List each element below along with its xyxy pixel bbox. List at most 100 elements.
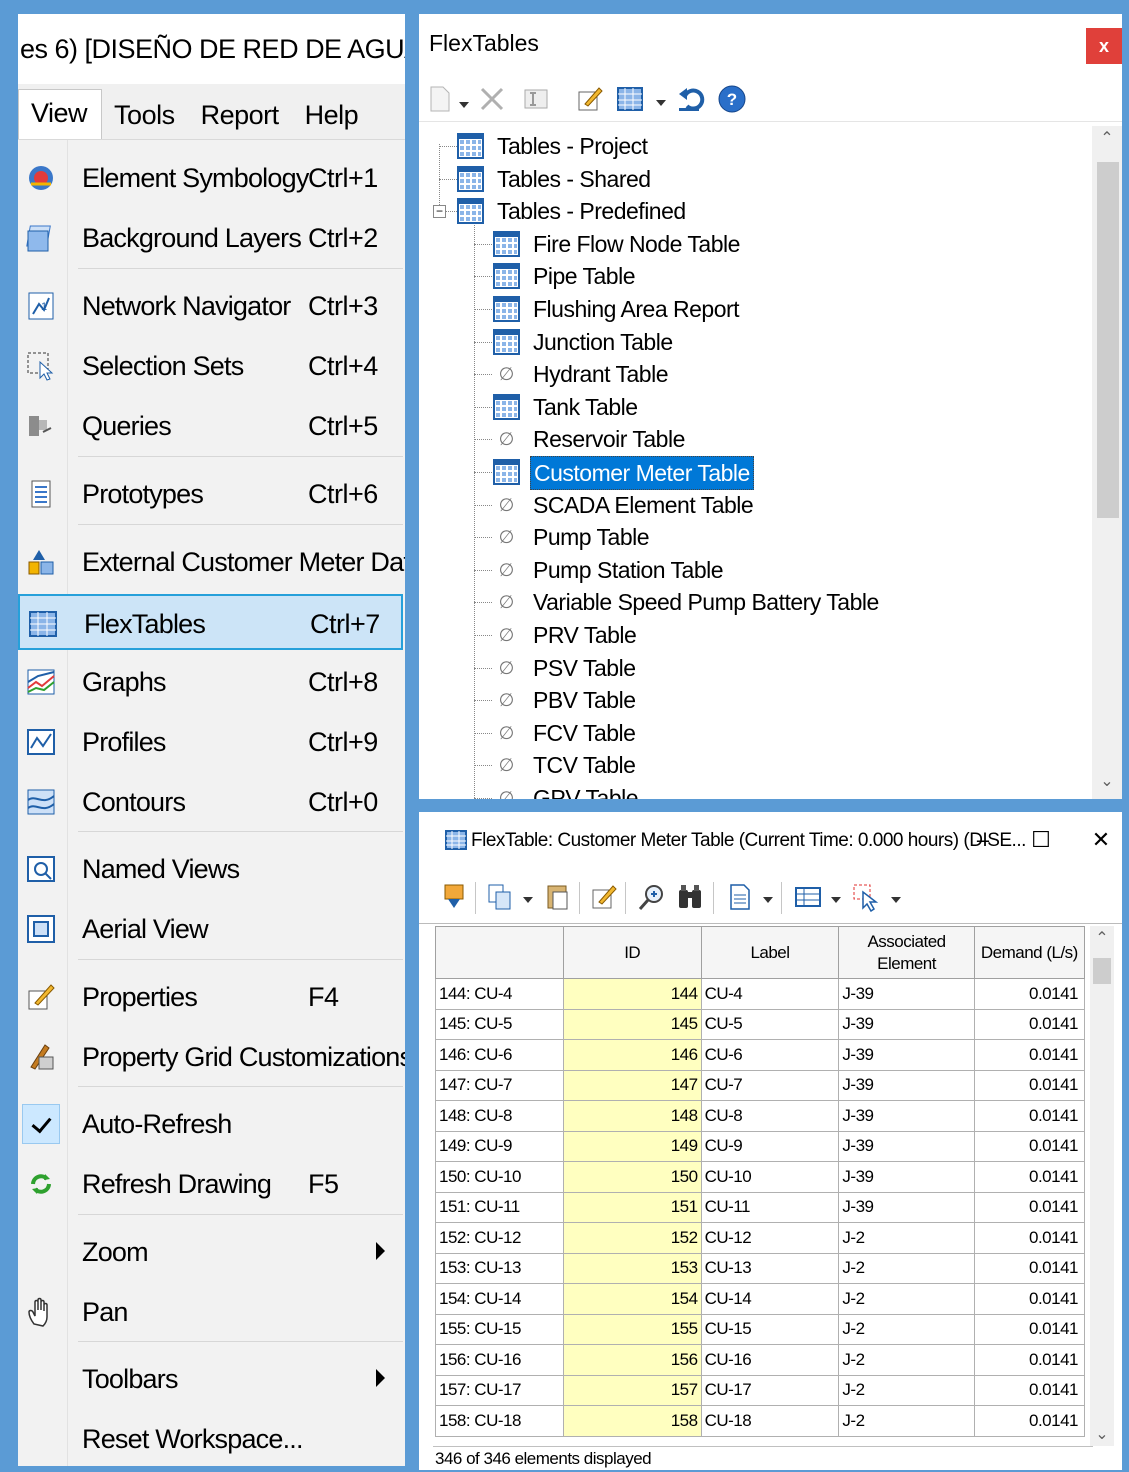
id-cell[interactable]: 150 (562, 1161, 702, 1193)
table-row[interactable]: 144: CU-4 144 CU-4 J-39 0.0141 (435, 978, 1086, 1010)
table-row[interactable]: 157: CU-17 157 CU-17 J-2 0.0141 (435, 1374, 1086, 1406)
copy-icon[interactable] (485, 882, 515, 912)
menu-item-flextables[interactable]: FlexTables Ctrl+7 (18, 594, 403, 650)
row-header-cell[interactable]: 144: CU-4 (435, 978, 564, 1010)
menu-item-graphs[interactable]: Graphs Ctrl+8 (18, 654, 403, 710)
table-row[interactable]: 145: CU-5 145 CU-5 J-39 0.0141 (435, 1008, 1086, 1040)
label-cell[interactable]: CU-13 (700, 1252, 840, 1284)
label-cell[interactable]: CU-15 (700, 1313, 840, 1345)
demand-cell[interactable]: 0.0141 (973, 1039, 1086, 1071)
row-header-column[interactable] (435, 926, 564, 979)
table-view-dropdown-arrow[interactable] (656, 100, 666, 106)
zoom-find-icon[interactable] (637, 882, 667, 912)
table-row[interactable]: 146: CU-6 146 CU-6 J-39 0.0141 (435, 1039, 1086, 1071)
associated-element-cell[interactable]: J-2 (838, 1222, 975, 1254)
menu-item-network-navigator[interactable]: 1 Network Navigator Ctrl+3 (18, 278, 403, 334)
menu-view[interactable]: View (18, 89, 103, 139)
report-dropdown-arrow[interactable] (763, 897, 773, 903)
menu-item-contours[interactable]: Contours Ctrl+0 (18, 774, 403, 830)
new-icon[interactable] (425, 84, 455, 114)
scroll-thumb[interactable] (1097, 162, 1119, 518)
menu-item-toolbars[interactable]: Toolbars (18, 1351, 403, 1407)
id-cell[interactable]: 155 (562, 1313, 702, 1345)
new-dropdown-arrow[interactable] (459, 102, 469, 108)
label-cell[interactable]: CU-12 (700, 1222, 840, 1254)
id-cell[interactable]: 157 (562, 1374, 702, 1406)
menu-item-background-layers[interactable]: Background Layers Ctrl+2 (18, 210, 403, 266)
menu-item-refresh-drawing[interactable]: Refresh Drawing F5 (18, 1156, 403, 1212)
menu-item-profiles[interactable]: Profiles Ctrl+9 (18, 714, 403, 770)
associated-element-cell[interactable]: J-2 (838, 1405, 975, 1437)
edit-icon[interactable] (575, 84, 605, 114)
associated-element-cell[interactable]: J-39 (838, 1008, 975, 1040)
id-cell[interactable]: 151 (562, 1191, 702, 1223)
window-close-button[interactable]: ✕ (1081, 822, 1121, 858)
menu-item-properties[interactable]: Properties F4 (18, 969, 403, 1025)
associated-element-cell[interactable]: J-39 (838, 1039, 975, 1071)
table-scroll-up-arrow[interactable]: ⌃ (1092, 928, 1112, 948)
id-cell[interactable]: 154 (562, 1283, 702, 1315)
id-cell[interactable]: 152 (562, 1222, 702, 1254)
row-header-cell[interactable]: 151: CU-11 (435, 1191, 564, 1223)
menu-item-reset-workspace[interactable]: Reset Workspace... (18, 1411, 403, 1466)
menu-item-element-symbology[interactable]: Element Symbology Ctrl+1 (18, 150, 403, 206)
table-row[interactable]: 155: CU-15 155 CU-15 J-2 0.0141 (435, 1313, 1086, 1345)
table-row[interactable]: 150: CU-10 150 CU-10 J-39 0.0141 (435, 1161, 1086, 1193)
row-header-cell[interactable]: 149: CU-9 (435, 1130, 564, 1162)
menu-item-selection-sets[interactable]: Selection Sets Ctrl+4 (18, 338, 403, 394)
table-row[interactable]: 158: CU-18 158 CU-18 J-2 0.0141 (435, 1405, 1086, 1437)
row-header-cell[interactable]: 156: CU-16 (435, 1344, 564, 1376)
demand-cell[interactable]: 0.0141 (973, 1100, 1086, 1132)
associated-element-cell[interactable]: J-2 (838, 1283, 975, 1315)
id-cell[interactable]: 146 (562, 1039, 702, 1071)
associated-element-cell[interactable]: J-2 (838, 1344, 975, 1376)
menu-item-external-customer-meter-data[interactable]: External Customer Meter Data (18, 534, 405, 590)
close-button[interactable]: x (1086, 28, 1122, 64)
id-cell[interactable]: 153 (562, 1252, 702, 1284)
zoom-to-icon[interactable] (439, 882, 469, 912)
paste-icon[interactable] (543, 882, 573, 912)
row-header-cell[interactable]: 153: CU-13 (435, 1252, 564, 1284)
label-cell[interactable]: CU-16 (700, 1344, 840, 1376)
menu-item-aerial-view[interactable]: Aerial View (18, 901, 403, 957)
filter-icon[interactable] (793, 882, 823, 912)
menu-item-queries[interactable]: Queries Ctrl+5 (18, 398, 403, 454)
label-cell[interactable]: CU-17 (700, 1374, 840, 1406)
scroll-down-arrow[interactable]: ⌄ (1097, 771, 1117, 791)
demand-cell[interactable]: 0.0141 (973, 1405, 1086, 1437)
id-cell[interactable]: 145 (562, 1008, 702, 1040)
demand-cell[interactable]: 0.0141 (973, 1344, 1086, 1376)
associated-element-cell[interactable]: J-39 (838, 1161, 975, 1193)
label-cell[interactable]: CU-10 (700, 1161, 840, 1193)
select-in-drawing-icon[interactable] (851, 882, 881, 912)
row-header-cell[interactable]: 147: CU-7 (435, 1069, 564, 1101)
table-row[interactable]: 151: CU-11 151 CU-11 J-39 0.0141 (435, 1191, 1086, 1223)
copy-dropdown-arrow[interactable] (523, 897, 533, 903)
row-header-cell[interactable]: 150: CU-10 (435, 1161, 564, 1193)
table-scroll-thumb[interactable] (1093, 958, 1111, 984)
collapse-toggle-icon[interactable]: − (433, 205, 446, 219)
label-cell[interactable]: CU-11 (700, 1191, 840, 1223)
delete-icon[interactable] (477, 84, 507, 114)
associated-element-cell[interactable]: J-2 (838, 1252, 975, 1284)
select-dropdown-arrow[interactable] (891, 897, 901, 903)
demand-cell[interactable]: 0.0141 (973, 1313, 1086, 1345)
demand-cell[interactable]: 0.0141 (973, 1191, 1086, 1223)
associated-element-cell[interactable]: J-39 (838, 1069, 975, 1101)
row-header-cell[interactable]: 158: CU-18 (435, 1405, 564, 1437)
demand-cell[interactable]: 0.0141 (973, 1008, 1086, 1040)
id-cell[interactable]: 158 (562, 1405, 702, 1437)
table-row[interactable]: 152: CU-12 152 CU-12 J-2 0.0141 (435, 1222, 1086, 1254)
column-header-demand[interactable]: Demand (L/s) (973, 926, 1086, 979)
id-cell[interactable]: 149 (562, 1130, 702, 1162)
associated-element-cell[interactable]: J-39 (838, 978, 975, 1010)
binoculars-icon[interactable] (675, 882, 705, 912)
associated-element-cell[interactable]: J-39 (838, 1100, 975, 1132)
label-cell[interactable]: CU-9 (700, 1130, 840, 1162)
label-cell[interactable]: CU-14 (700, 1283, 840, 1315)
row-header-cell[interactable]: 145: CU-5 (435, 1008, 564, 1040)
help-icon[interactable]: ? (717, 84, 747, 114)
demand-cell[interactable]: 0.0141 (973, 1283, 1086, 1315)
menu-item-auto-refresh[interactable]: Auto-Refresh (18, 1096, 403, 1152)
id-cell[interactable]: 144 (562, 978, 702, 1010)
